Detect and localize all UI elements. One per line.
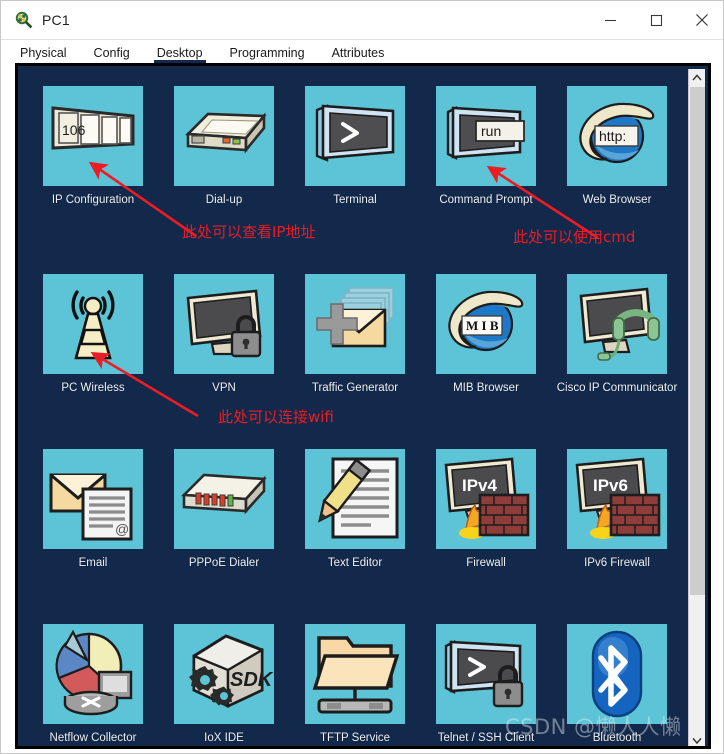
- desktop-item-label: IP Configuration: [51, 194, 135, 206]
- tab-programming[interactable]: Programming: [230, 46, 305, 64]
- cisco-ip-communicator-icon: [567, 274, 667, 374]
- desktop-item-web-browser[interactable]: http: Web Browser: [551, 86, 683, 207]
- tab-config[interactable]: Config: [94, 46, 130, 64]
- command-prompt-icon: run: [436, 86, 536, 186]
- desktop-item-label: VPN: [212, 382, 236, 394]
- svg-text:http:: http:: [599, 128, 626, 144]
- desktop-item-pc-wireless[interactable]: PC Wireless: [27, 274, 159, 395]
- desktop-item-mib-browser[interactable]: M I B MIB Browser: [420, 274, 552, 395]
- tab-physical[interactable]: Physical: [20, 46, 67, 64]
- text-editor-icon: [305, 449, 405, 549]
- desktop-item-label: Firewall: [466, 557, 506, 569]
- desktop-item-cisco-ip-communicator[interactable]: Cisco IP Communicator: [551, 274, 683, 395]
- desktop-item-label: Cisco IP Communicator: [556, 382, 678, 394]
- annotation-wifi: 此处可以连接wifi: [218, 408, 334, 426]
- desktop-item-label: Email: [78, 557, 108, 569]
- desktop-item-terminal[interactable]: Terminal: [289, 86, 421, 207]
- desktop-item-traffic-generator[interactable]: Traffic Generator: [289, 274, 421, 395]
- desktop-item-label: Text Editor: [327, 557, 383, 569]
- pppoe-dialer-icon: [174, 449, 274, 549]
- svg-text:IPv6: IPv6: [593, 476, 628, 495]
- desktop-item-label: PC Wireless: [61, 382, 125, 394]
- firewall-icon: IPv4: [436, 449, 536, 549]
- netflow-collector-icon: [43, 624, 143, 724]
- ipv6-firewall-icon: IPv6: [567, 449, 667, 549]
- desktop-item-label: MIB Browser: [453, 382, 519, 394]
- desktop-item-tftp-service[interactable]: TFTP Service: [289, 624, 421, 745]
- dialup-modem-icon: [174, 86, 274, 186]
- scroll-up-arrow-icon[interactable]: [689, 69, 705, 86]
- desktop-item-label: Netflow Collector: [49, 732, 137, 744]
- window-title: PC1: [42, 12, 70, 28]
- annotation-cmd: 此处可以使用cmd: [513, 228, 636, 246]
- svg-text:run: run: [481, 123, 501, 139]
- mib-browser-icon: M I B: [436, 274, 536, 374]
- desktop-item-label: Dial-up: [205, 194, 243, 206]
- svg-text:SDK: SDK: [230, 669, 274, 691]
- tab-strip: Physical Config Desktop Programming Attr…: [1, 40, 723, 64]
- desktop-item-netflow-collector[interactable]: Netflow Collector: [27, 624, 159, 745]
- desktop-item-vpn[interactable]: VPN: [158, 274, 290, 395]
- terminal-icon: [305, 86, 405, 186]
- tab-desktop[interactable]: Desktop: [153, 46, 206, 64]
- maximize-button[interactable]: [633, 1, 679, 40]
- desktop-item-label: Terminal: [333, 194, 377, 206]
- csdn-watermark: CSDN @懒人人懒: [505, 715, 682, 739]
- desktop-panel: 106 IP Configuration Dial-up Terminal ru…: [15, 63, 711, 749]
- packet-tracer-device-icon: [15, 11, 33, 29]
- desktop-icon-grid: 106 IP Configuration Dial-up Terminal ru…: [18, 66, 694, 746]
- desktop-item-text-editor[interactable]: Text Editor: [289, 449, 421, 570]
- iox-ide-icon: SDK: [174, 624, 274, 724]
- desktop-item-email[interactable]: @ Email: [27, 449, 159, 570]
- desktop-canvas: 106 IP Configuration Dial-up Terminal ru…: [18, 66, 694, 746]
- tftp-service-icon: [305, 624, 405, 724]
- desktop-item-iox-ide[interactable]: SDK IoX IDE: [158, 624, 290, 745]
- title-bar: PC1: [1, 1, 723, 40]
- desktop-item-pppoe-dialer[interactable]: PPPoE Dialer: [158, 449, 290, 570]
- pc1-window: PC1 Physical Config Desktop Programming …: [0, 0, 724, 754]
- vertical-scrollbar[interactable]: [688, 69, 705, 746]
- svg-text:@: @: [115, 521, 129, 537]
- bluetooth-icon: [567, 624, 667, 724]
- svg-text:106: 106: [62, 122, 86, 138]
- email-icon: @: [43, 449, 143, 549]
- desktop-item-ipv6-firewall[interactable]: IPv6 IPv6 Firewall: [551, 449, 683, 570]
- desktop-item-label: Web Browser: [582, 194, 652, 206]
- web-browser-icon: http:: [567, 86, 667, 186]
- desktop-item-label: IPv6 Firewall: [584, 557, 650, 569]
- desktop-item-label: TFTP Service: [319, 732, 391, 744]
- desktop-item-firewall[interactable]: IPv4 Firewall: [420, 449, 552, 570]
- svg-text:IPv4: IPv4: [462, 476, 498, 495]
- desktop-item-dial-up[interactable]: Dial-up: [158, 86, 290, 207]
- scroll-down-arrow-icon[interactable]: [689, 732, 705, 746]
- desktop-item-command-prompt[interactable]: run Command Prompt: [420, 86, 552, 207]
- desktop-item-label: PPPoE Dialer: [188, 557, 260, 569]
- scrollbar-thumb[interactable]: [690, 87, 705, 595]
- desktop-item-label: IoX IDE: [204, 732, 244, 744]
- close-button[interactable]: [679, 1, 723, 40]
- tab-attributes[interactable]: Attributes: [332, 46, 385, 64]
- annotation-ip-address: 此处可以查看IP地址: [182, 223, 316, 241]
- vpn-monitor-lock-icon: [174, 274, 274, 374]
- ip-configuration-icon: 106: [43, 86, 143, 186]
- desktop-item-label: Traffic Generator: [311, 382, 399, 394]
- desktop-item-label: Command Prompt: [439, 194, 533, 206]
- window-controls: [587, 1, 723, 40]
- traffic-generator-envelope-icon: [305, 274, 405, 374]
- desktop-item-ip-configuration[interactable]: 106 IP Configuration: [27, 86, 159, 207]
- minimize-button[interactable]: [587, 1, 633, 40]
- telnet-ssh-client-icon: [436, 624, 536, 724]
- pc-wireless-antenna-icon: [43, 274, 143, 374]
- svg-text:M I B: M I B: [466, 318, 499, 333]
